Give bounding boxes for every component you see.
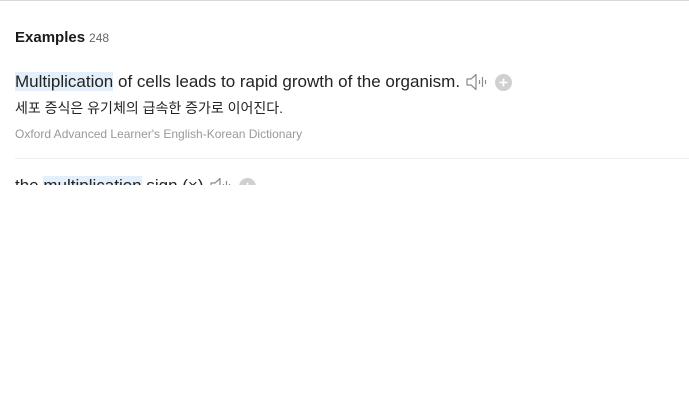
example-sentence-row: Multiplication of cells leads to rapid g… xyxy=(15,72,689,92)
example-item: Multiplication of cells leads to rapid g… xyxy=(15,72,689,141)
example-sentence-row: the multiplication sign (×) xyxy=(15,176,689,185)
add-icon[interactable] xyxy=(238,177,256,185)
examples-count: 248 xyxy=(89,31,110,45)
example-sentence: Multiplication of cells leads to rapid g… xyxy=(15,72,460,92)
highlighted-word[interactable]: Multiplication xyxy=(15,72,114,91)
highlighted-word[interactable]: multiplication xyxy=(43,176,142,185)
top-divider xyxy=(0,0,689,1)
add-icon[interactable] xyxy=(495,73,513,91)
sentence-text: the xyxy=(15,176,43,185)
example-sentence: the multiplication sign (×) xyxy=(15,176,204,185)
speaker-icon[interactable] xyxy=(465,72,489,92)
example-translation: 세포 증식은 유기체의 급속한 증가로 이어진다. xyxy=(15,100,284,116)
speaker-icon[interactable] xyxy=(209,176,233,185)
examples-title: Examples xyxy=(15,29,86,46)
example-source: Oxford Advanced Learner's English-Korean… xyxy=(15,127,303,141)
sentence-text: of cells leads to rapid growth of the or… xyxy=(113,72,461,91)
examples-header: Examples 248 xyxy=(15,29,109,46)
example-divider xyxy=(15,158,689,159)
example-item: the multiplication sign (×) xyxy=(15,176,689,185)
sentence-text: sign (×) xyxy=(142,176,203,185)
